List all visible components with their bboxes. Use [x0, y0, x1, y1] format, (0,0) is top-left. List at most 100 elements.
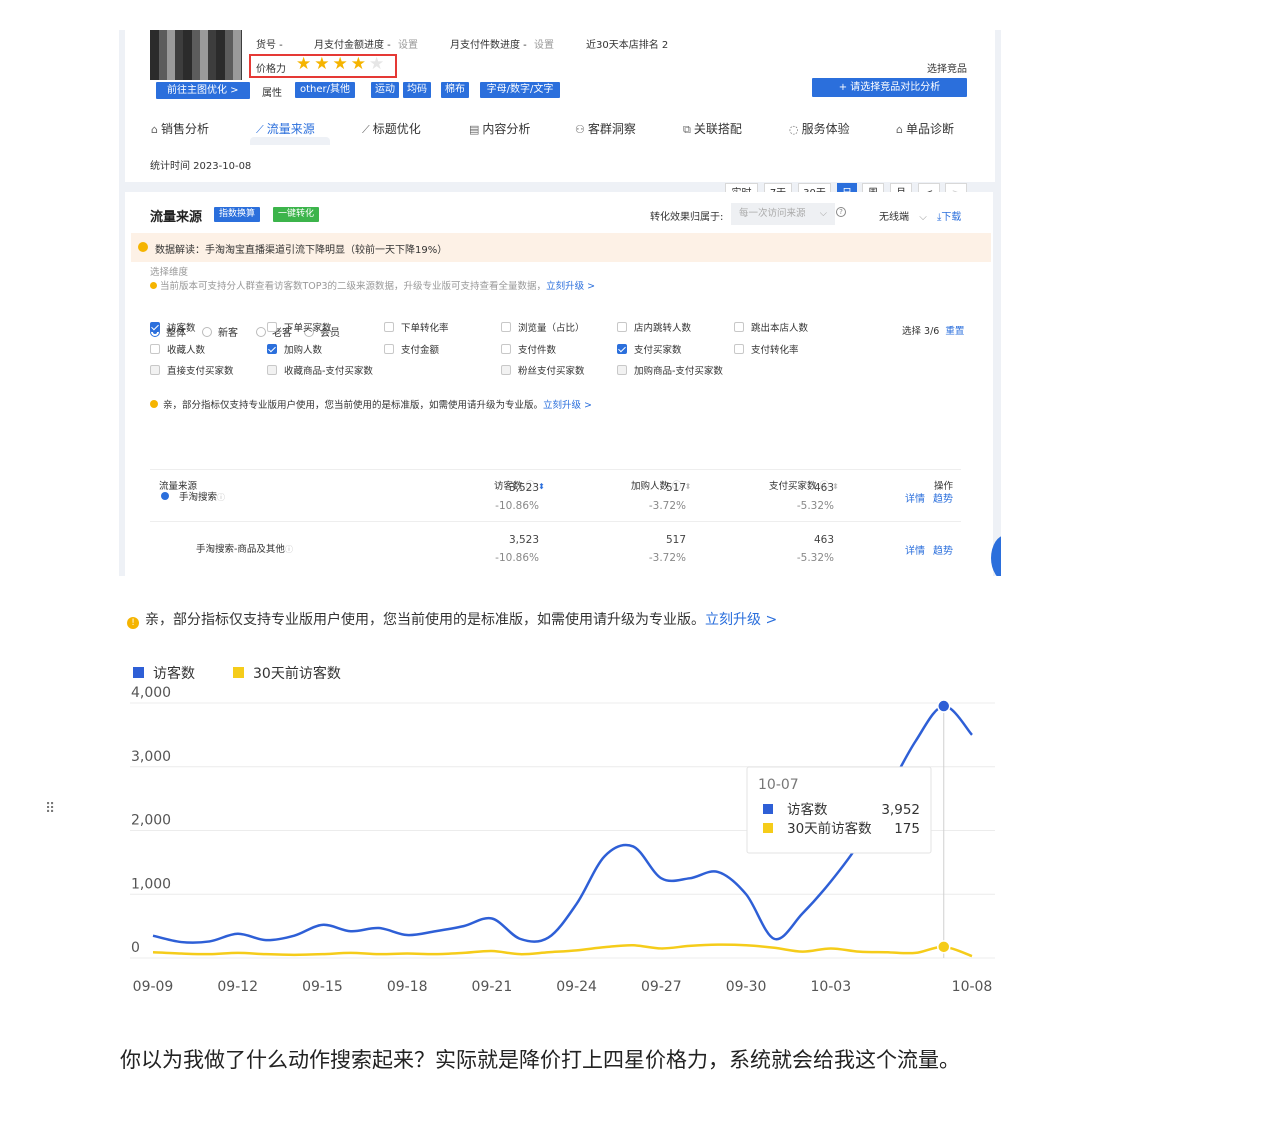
tooltip-series-name: 访客数	[787, 801, 828, 818]
metric-checkbox[interactable]: 支付金额	[384, 344, 439, 357]
attribution-select[interactable]: 每一次访问来源 ⌵	[731, 203, 835, 225]
star-filled-icon: ★	[314, 54, 333, 74]
download-button[interactable]: ⤓下载	[937, 208, 961, 223]
price-power-stars: ★★★★★	[296, 54, 387, 74]
x-tick-label: 09-27	[641, 979, 682, 995]
notice-text: 亲，部分指标仅支持专业版用户使用，您当前使用的是标准版，如需使用请升级为专业版。	[145, 612, 705, 628]
metric-label: 支付件数	[518, 345, 557, 356]
sort-desc-icon: ⬍	[538, 482, 545, 491]
metric-checkbox[interactable]: 支付转化率	[734, 344, 799, 357]
row-divider	[150, 521, 961, 522]
x-tick-label: 09-18	[387, 979, 428, 995]
metric-label: 访客数	[167, 323, 196, 334]
monthly-amount-setting-link[interactable]: 设置	[398, 40, 418, 51]
tab-label: 单品诊断	[905, 122, 954, 136]
version-note: 当前版本可支持分人群查看访客数TOP3的二级来源数据，升级专业版可支持查看全量数…	[160, 281, 547, 292]
pro-upgrade-link[interactable]: 立刻升级 >	[543, 400, 592, 411]
table-row-source: 手淘搜索-商品及其他ⓘ	[196, 541, 293, 555]
tab-diagnosis[interactable]: ⌂ 单品诊断	[896, 120, 954, 137]
metric-label: 下单买家数	[284, 323, 332, 334]
x-tick-label: 10-03	[810, 979, 851, 995]
tab-label: 关联搭配	[693, 122, 742, 136]
upgrade-link[interactable]: 立刻升级 >	[546, 281, 595, 292]
metric-checkbox[interactable]: 浏览量（占比）	[501, 322, 585, 335]
tab-label: 内容分析	[482, 122, 531, 136]
index-convert-button[interactable]: 指数换算	[214, 207, 261, 222]
tab-label: 流量来源	[266, 122, 315, 136]
metric-checkbox[interactable]: 下单转化率	[384, 322, 449, 335]
tooltip-date: 10-07	[758, 777, 799, 793]
tooltip-series-value: 3,952	[881, 802, 920, 818]
cell-value: 517	[665, 482, 686, 494]
drag-handle-icon[interactable]: ⠿	[45, 802, 56, 816]
metric-checkbox[interactable]: 下单买家数	[267, 322, 332, 335]
x-tick-label: 09-30	[726, 979, 767, 995]
metric-checkbox: 收藏商品-支付买家数	[267, 365, 373, 378]
monthly-amount-progress: 月支付金额进度 -	[314, 40, 391, 51]
metric-label: 收藏商品-支付买家数	[284, 366, 373, 377]
stat-time-bar	[125, 146, 995, 182]
cell-buyers: 463 -5.32%	[754, 531, 834, 567]
product-thumbnail	[150, 30, 242, 80]
checkbox-icon	[501, 365, 511, 375]
metric-checkbox[interactable]: 店内跳转人数	[617, 322, 691, 335]
warning-icon	[138, 242, 148, 252]
traffic-title: 流量来源	[150, 210, 203, 225]
device-select[interactable]: 无线端 ⌵	[879, 208, 927, 223]
tab-sales-analysis[interactable]: ⌂ 销售分析	[151, 120, 209, 137]
compare-competitor-button[interactable]: + 请选择竞品对比分析	[812, 78, 967, 97]
segment-label: 新客	[218, 328, 238, 339]
tab-related[interactable]: ⧉ 关联搭配	[683, 120, 742, 137]
metric-label: 支付买家数	[634, 345, 682, 356]
metric-checkbox[interactable]: 支付件数	[501, 344, 556, 357]
table-row-source[interactable]: 手淘搜索ⓘ	[161, 489, 225, 503]
tab-audience[interactable]: ⚇ 客群洞察	[575, 120, 636, 137]
checkbox-icon	[617, 365, 627, 375]
optimize-main-image-button[interactable]: 前往主图优化 >	[156, 82, 250, 99]
attr-tag: 棉布	[441, 82, 469, 98]
tab-title-optimize[interactable]: ⟋ 标题优化	[362, 120, 421, 137]
tab-content-analysis[interactable]: ▤ 内容分析	[469, 120, 530, 137]
checkbox-icon	[617, 322, 627, 332]
reset-link[interactable]: 重置	[945, 326, 964, 337]
segment-radio[interactable]: 新客	[202, 324, 238, 339]
tooltip-swatch	[763, 823, 773, 833]
legend-swatch	[233, 667, 244, 678]
metric-checkbox[interactable]: 加购人数	[267, 344, 322, 357]
highlight-point	[937, 940, 951, 954]
metric-checkbox[interactable]: 跳出本店人数	[734, 322, 808, 335]
metric-checkbox[interactable]: 支付买家数	[617, 344, 682, 357]
tab-traffic-source[interactable]: ⟋ 流量来源	[256, 120, 315, 137]
tab-label: 客群洞察	[587, 122, 636, 136]
checkbox-icon	[267, 365, 277, 375]
source-label: 手淘搜索-商品及其他	[196, 544, 285, 555]
one-click-convert-button[interactable]: 一键转化	[273, 207, 320, 222]
y-tick-label: 1,000	[131, 876, 171, 892]
star-filled-icon: ★	[350, 54, 369, 74]
metric-checkbox[interactable]: 收藏人数	[150, 344, 205, 357]
y-tick-label: 3,000	[131, 749, 171, 765]
checkbox-icon	[734, 344, 744, 354]
x-tick-label: 10-08	[952, 979, 993, 995]
notice-line: ! 亲，部分指标仅支持专业版用户使用，您当前使用的是标准版，如需使用请升级为专业版…	[127, 609, 777, 629]
caption-text: 你以为我做了什么动作搜索起来？实际就是降价打上四星价格力，系统就会给我这个流量。	[120, 1048, 960, 1072]
tab-icon: ⚇	[575, 123, 585, 136]
legend-swatch	[133, 667, 144, 678]
checkbox-checked-icon	[267, 344, 277, 354]
metric-label: 支付转化率	[751, 345, 799, 356]
metric-checkbox[interactable]: 访客数	[150, 322, 196, 335]
cell-value: 3,523	[508, 482, 539, 494]
insight-banner: 数据解读：手淘淘宝直播渠道引流下降明显（较前一天下降19%）	[131, 233, 991, 262]
price-power-label: 价格力	[256, 64, 286, 75]
x-tick-label: 09-12	[217, 979, 258, 995]
monthly-count-setting-link[interactable]: 设置	[534, 40, 554, 51]
notice-upgrade-link[interactable]: 立刻升级 >	[705, 612, 777, 628]
trend-link[interactable]: 趋势	[933, 546, 953, 557]
checkbox-checked-icon	[150, 322, 160, 332]
metric-label: 直接支付买家数	[167, 366, 234, 377]
tab-service[interactable]: ◌ 服务体验	[789, 120, 850, 137]
details-link[interactable]: 详情	[905, 494, 925, 505]
details-link[interactable]: 详情	[905, 546, 925, 557]
expand-dot-icon[interactable]	[161, 492, 169, 500]
trend-link[interactable]: 趋势	[933, 494, 953, 505]
